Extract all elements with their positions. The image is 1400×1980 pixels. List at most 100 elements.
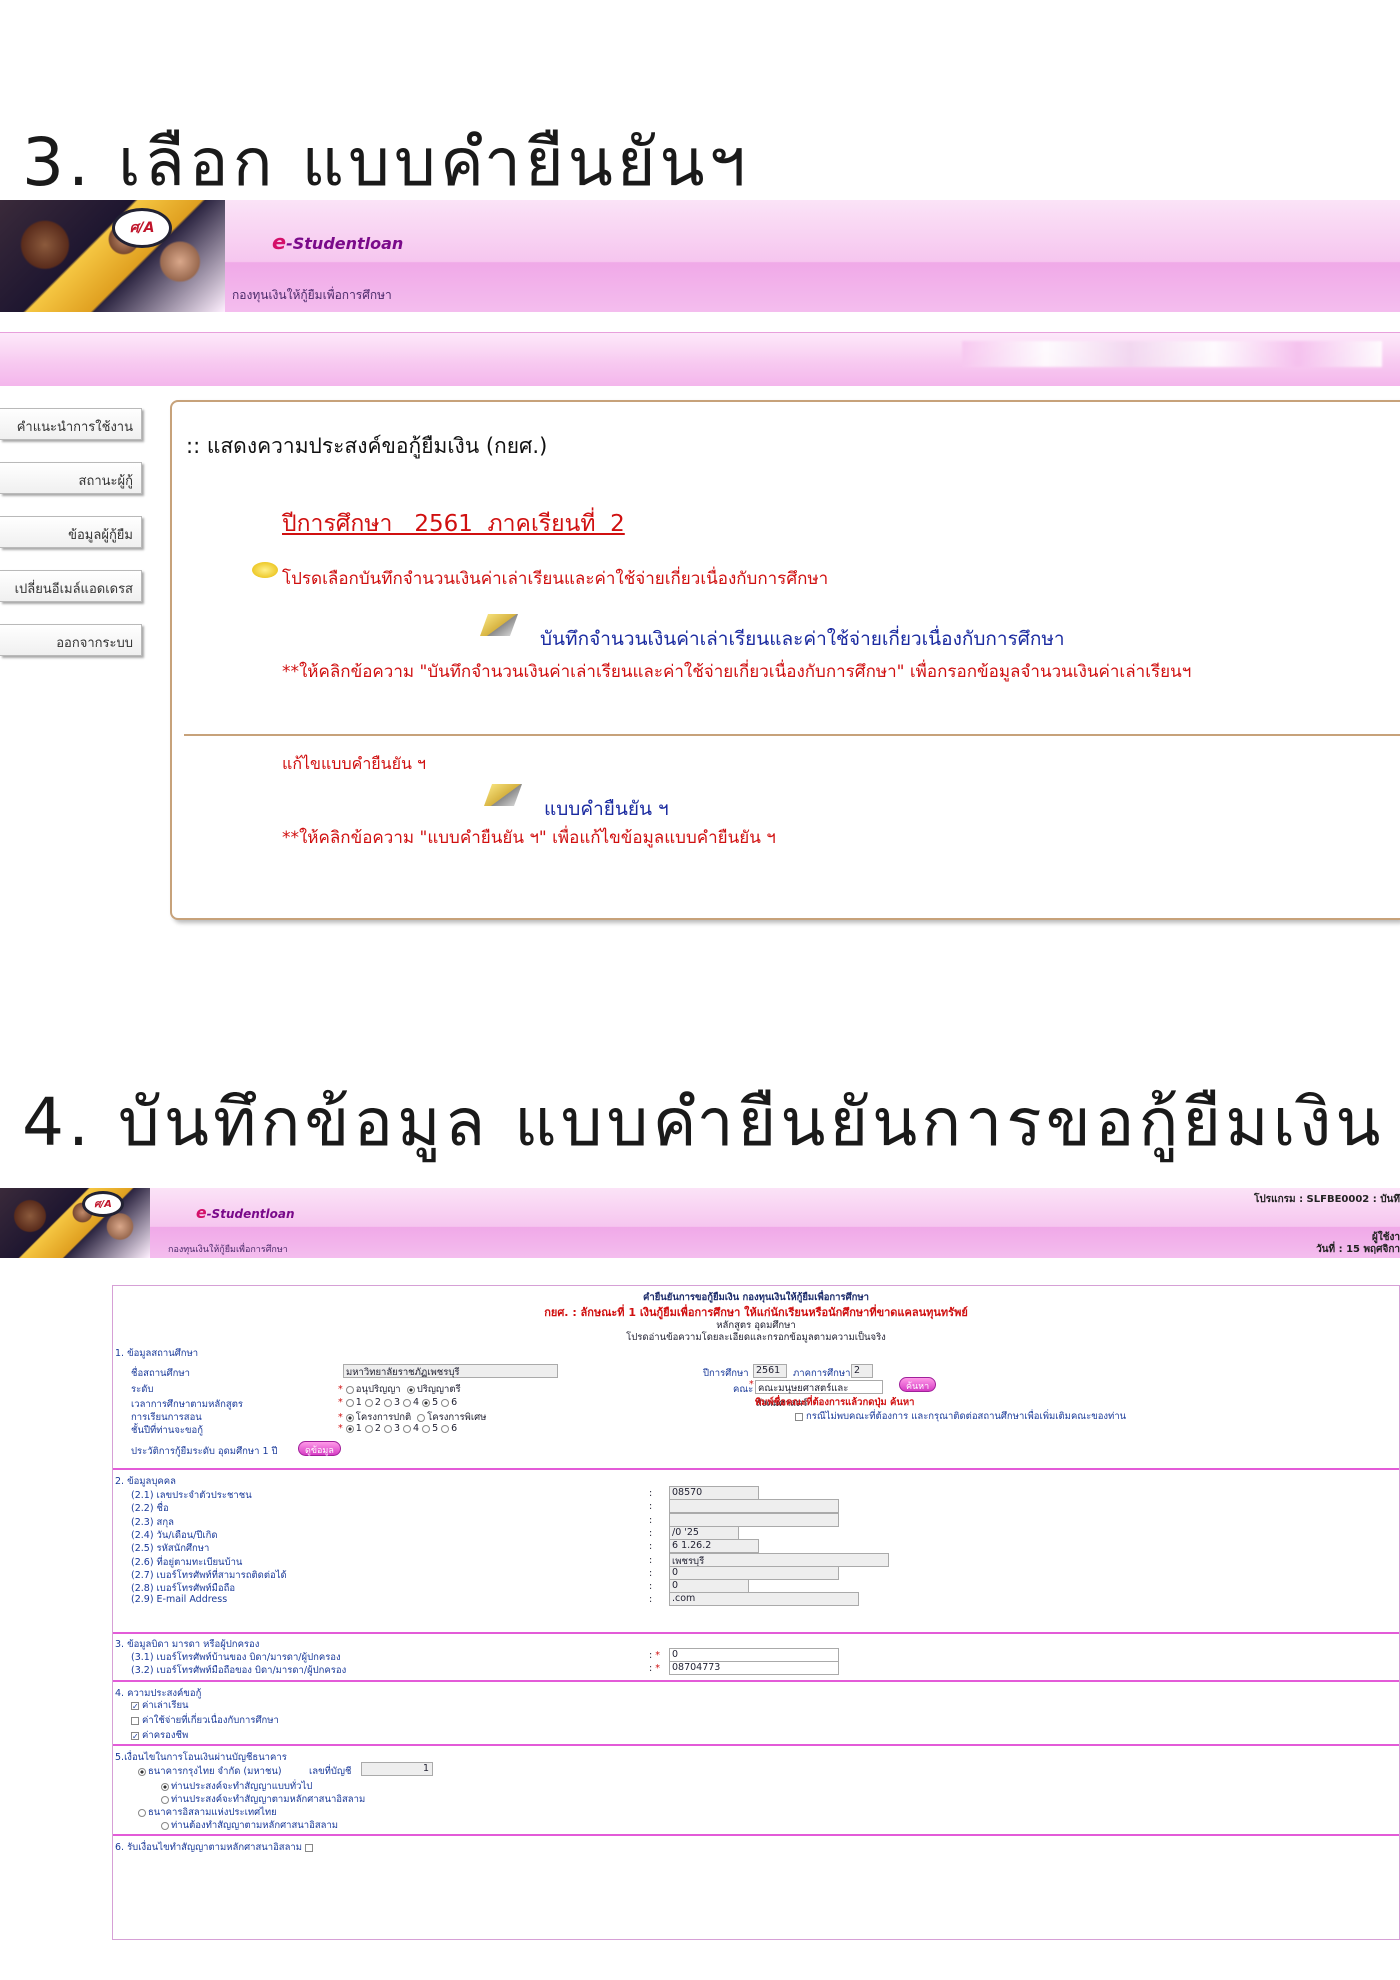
personal-field-input[interactable]: 0 [669, 1579, 749, 1594]
level-options: * อนุปริญญา ปริญญาตรี [338, 1384, 461, 1395]
term-label: ภาคการศึกษา [793, 1368, 851, 1379]
islamic-terms-checkbox[interactable] [305, 1843, 314, 1852]
logo-icon: ศ/A [82, 1191, 124, 1217]
parent-mobile-input[interactable]: 08704773 [669, 1661, 839, 1675]
faculty-input[interactable]: คณะมนุษยศาสตร์และสังคมศาสตร์ [755, 1380, 883, 1409]
instruction: โปรดอ่านข้อความโดยละเอียดและกรอกข้อมูลตา… [626, 1332, 886, 1343]
divider [184, 734, 1400, 736]
level-label: ระดับ [131, 1384, 154, 1395]
personal-field-input[interactable] [669, 1512, 839, 1527]
faculty-missing-option: กรณีไม่พบคณะที่ต้องการ และกรุณาติดต่อสถา… [795, 1409, 1126, 1424]
living-checkbox[interactable]: ✓ [131, 1731, 139, 1740]
personal-field-input[interactable] [669, 1499, 839, 1514]
site-banner-2: ศ/A e-Studentloan กองทุนเงินให้กู้ยืมเพื… [0, 1188, 1400, 1258]
parent-phone-input[interactable]: 0 [669, 1648, 839, 1662]
faculty-hint: พิมพ์ชื่อคณะที่ต้องการแล้วกดปุ่ม ค้นหา [755, 1397, 915, 1408]
site-banner: ศ/A e-Studentloan กองทุนเงินให้กู้ยืมเพื… [0, 200, 1400, 312]
bank-islamic-radio[interactable] [138, 1808, 146, 1817]
confirm-form-link[interactable]: แบบคำยืนยัน ฯ [544, 794, 669, 824]
colon: : [649, 1488, 653, 1499]
account-label: เลขที่บัญชี [309, 1766, 352, 1777]
colon: : [649, 1554, 653, 1566]
contract-islamic-radio[interactable] [161, 1795, 169, 1804]
section1-title: 1. ข้อมูลสถานศึกษา [115, 1348, 199, 1359]
faculty-missing-checkbox[interactable] [795, 1412, 803, 1421]
parent-mobile-label: (3.2) เบอร์โทรศัพท์มือถือของ บิดา/มารดา/… [131, 1665, 347, 1676]
banner-subtitle: กองทุนเงินให้กู้ยืมเพื่อการศึกษา [168, 1245, 288, 1255]
pencil-icon [479, 614, 519, 636]
colon: : [649, 1501, 653, 1513]
section6-option: 6. รับเงื่อนไขทำสัญญาตามหลักศาสนาอิสลาม [115, 1840, 316, 1855]
colon: : [649, 1581, 653, 1593]
colon: : [649, 1567, 653, 1579]
sidebar-item-change-email[interactable]: เปลี่ยนอีเมล์แอดเดรส [0, 570, 142, 602]
acad-year-input[interactable]: 2561 [753, 1364, 787, 1378]
personal-field-input[interactable]: 0 [669, 1565, 839, 1580]
select-note: โปรดเลือกบันทึกจำนวนเงินค่าเล่าเรียนและค… [282, 569, 829, 589]
colon: : [649, 1527, 653, 1539]
confirmation-form: คำยืนยันการขอกู้ยืมเงิน กองทุนเงินให้กู้… [112, 1285, 1400, 1940]
colon: : * [649, 1650, 660, 1661]
account-input[interactable]: 1 [361, 1762, 433, 1776]
personal-field-input[interactable]: เพชรบุรี [669, 1552, 889, 1567]
loan-request-panel: :: แสดงความประสงค์ขอกู้ยืมเงิน (กยศ.) ปี… [170, 400, 1400, 920]
colon: : [649, 1594, 653, 1606]
record-hint: **ให้คลิกข้อความ "บันทึกจำนวนเงินค่าเล่า… [282, 662, 1192, 682]
section2-title: 2. ข้อมูลบุคคล [115, 1476, 176, 1487]
confirm-hint: **ให้คลิกข้อความ "แบบคำยืนยัน ฯ" เพื่อแก… [282, 828, 776, 848]
view-history-button[interactable]: ดูข้อมูล [298, 1441, 341, 1456]
section-divider [113, 1834, 1399, 1836]
loan-history: ประวัติการกู้ยืมระดับ อุดมศึกษา 1 ปี [131, 1446, 278, 1457]
personal-field-input[interactable]: .com [669, 1592, 859, 1607]
logo-icon: ศ/A [112, 208, 172, 248]
tuition-checkbox[interactable]: ✓ [131, 1701, 139, 1710]
section-divider [113, 1632, 1399, 1634]
duration-options: * 1 2 3 4 5 6 [338, 1397, 458, 1408]
personal-field-input[interactable]: 6 1.26.2 [669, 1539, 759, 1554]
search-faculty-button[interactable]: ค้นหา [899, 1377, 937, 1392]
bank-ktb-radio[interactable] [138, 1767, 146, 1776]
date-label: วันที่ : 15 พฤศจิกา [1316, 1244, 1400, 1255]
colon: : * [649, 1663, 660, 1674]
term-input[interactable]: 2 [851, 1364, 873, 1378]
personal-field-input[interactable]: 08570 [669, 1486, 759, 1500]
students-photo [0, 1188, 150, 1258]
colon: : [649, 1514, 653, 1526]
acad-year-label: ปีการศึกษา [703, 1368, 749, 1379]
banner-subtitle: กองทุนเงินให้กู้ยืมเพื่อการศึกษา [232, 288, 392, 302]
level-radio-2[interactable] [406, 1385, 415, 1394]
brand-name: e-Studentloan [272, 230, 404, 254]
school-input[interactable]: มหาวิทยาลัยราชภัฏเพชรบุรี [343, 1364, 558, 1378]
star-icon [252, 562, 278, 578]
sidebar-item-guide[interactable]: คำแนะนำการใช้งาน [0, 408, 142, 440]
colon: : [649, 1541, 653, 1553]
year-level-label: ชั้นปีที่ท่านจะขอกู้ [131, 1425, 203, 1436]
brand-name: e-Studentloan [196, 1204, 295, 1222]
panel-heading: :: แสดงความประสงค์ขอกู้ยืมเงิน (กยศ.) [186, 434, 548, 458]
students-photo [0, 200, 225, 312]
step4-title: 4. บันทึกข้อมูล แบบคำยืนยันการขอกู้ยืมเง… [22, 1084, 1385, 1161]
purpose-expenses: ค่าใช้จ่ายที่เกี่ยวเนื่องกับการศึกษา [131, 1713, 279, 1728]
welcome-bar [0, 332, 1400, 386]
sidebar-item-borrower-info[interactable]: ข้อมูลผู้กู้ยืม [0, 516, 142, 548]
sidebar-item-logout[interactable]: ออกจากระบบ [0, 624, 142, 656]
level-radio-1[interactable] [345, 1385, 354, 1394]
purpose-living: ✓ ค่าครองชีพ [131, 1730, 189, 1741]
pencil-icon [483, 784, 523, 806]
sidebar-item-status[interactable]: สถานะผู้กู้ [0, 462, 142, 494]
purpose-tuition: ✓ ค่าเล่าเรียน [131, 1700, 189, 1711]
year-level-options: * 1 2 3 4 5 6 [338, 1423, 458, 1434]
personal-field-input[interactable]: /0 '25 [669, 1525, 739, 1540]
contract-islamic-only-radio[interactable] [161, 1821, 169, 1830]
sidebar: คำแนะนำการใช้งาน สถานะผู้กู้ ข้อมูลผู้กู… [0, 408, 165, 678]
contract-islamic-only-option: ท่านต้องทำสัญญาตามหลักศาสนาอิสลาม [161, 1818, 338, 1833]
program-code: โปรแกรม : SLFBE0002 : บันทึ [1254, 1194, 1400, 1205]
section-divider [113, 1680, 1399, 1682]
record-amount-link[interactable]: บันทึกจำนวนเงินค่าเล่าเรียนและค่าใช้จ่าย… [540, 624, 1065, 654]
edit-heading: แก้ไขแบบคำยืนยัน ฯ [282, 754, 426, 773]
expenses-checkbox[interactable] [131, 1716, 139, 1725]
academic-year: ปีการศึกษา 2561 ภาคเรียนที่ 2 [282, 511, 625, 537]
school-label: ชื่อสถานศึกษา [131, 1368, 190, 1379]
faculty-required: * [749, 1379, 754, 1390]
contract-general-radio[interactable] [161, 1782, 169, 1791]
